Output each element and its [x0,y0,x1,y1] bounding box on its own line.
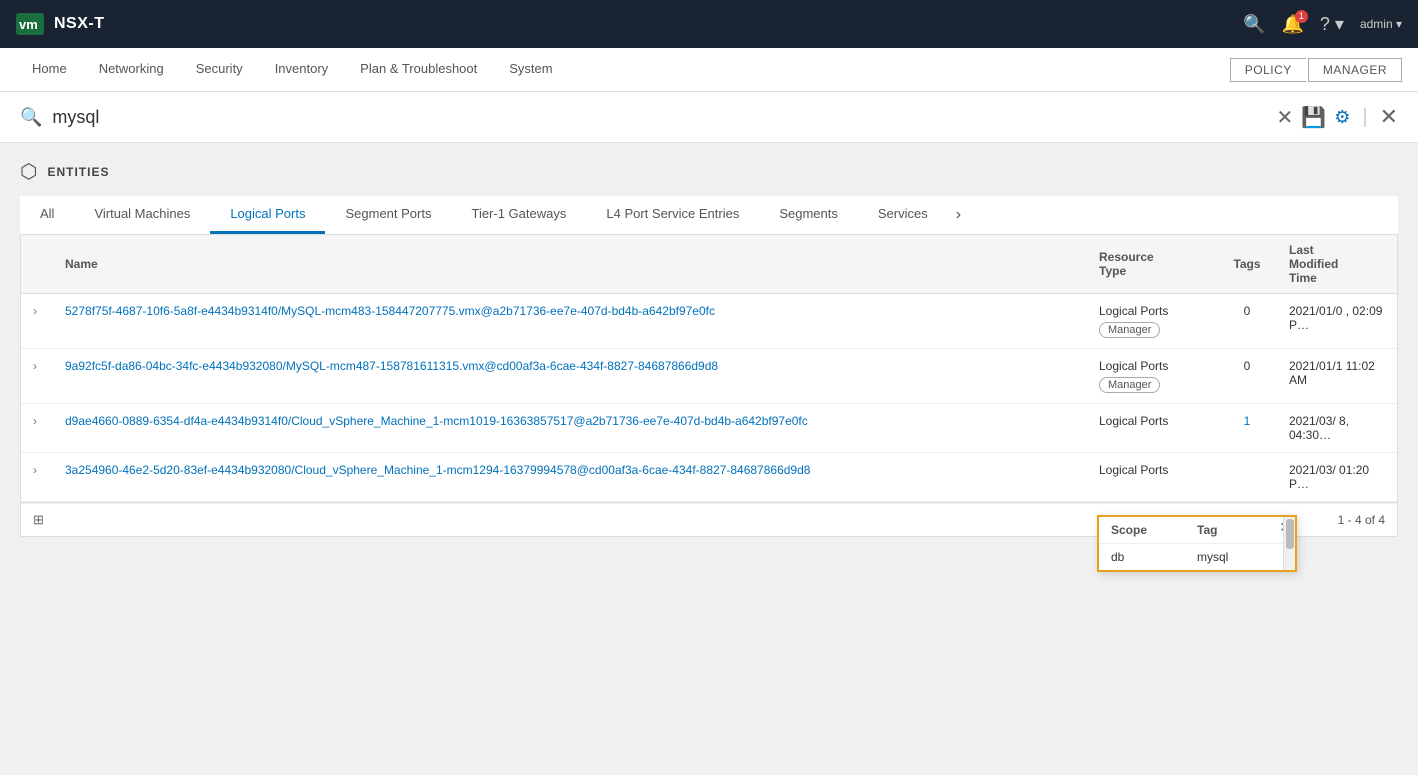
row-count: 1 - 4 of 4 [1338,513,1385,527]
col-name-header: Name [53,235,1087,294]
row2-tags: 0 [1244,359,1251,373]
search-save-icon[interactable]: 💾 [1301,105,1326,130]
row4-time: 2021/03/ 01:20 P… [1289,463,1369,491]
col-resource-header: ResourceType [1087,235,1217,294]
tab-services[interactable]: Services [858,196,948,234]
topbar: vm NSX-T 🔍 🔔 1 ? ▾ admin ▾ [0,0,1418,48]
table-row: › 9a92fc5f-da86-04bc-34fc-e4434b932080/M… [21,349,1397,404]
vm-logo: vm [16,13,44,35]
menu-inventory[interactable]: Inventory [259,48,344,91]
search-input[interactable] [52,107,1266,128]
row3-name-link[interactable]: d9ae4660-0889-6354-df4a-e4434b9314f0/Clo… [65,414,808,428]
entities-section: ⬡ ENTITIES All Virtual Machines Logical … [20,159,1398,537]
row1-name-link[interactable]: 5278f75f-4687-10f6-5a8f-e4434b9314f0/MyS… [65,304,715,318]
row1-time: 2021/01/0 , 02:09 P… [1289,304,1382,332]
searchbar: 🔍 ✕ 💾 ⚙ | ✕ [0,92,1418,143]
search-filter-icon[interactable]: ⚙ [1334,107,1350,128]
table-row: › d9ae4660-0889-6354-df4a-e4434b9314f0/C… [21,404,1397,453]
col-tags-header: Tags [1217,235,1277,294]
row1-badge: Manager [1099,322,1160,338]
col-expand-header [21,235,53,294]
tooltip-tag-header: Tag [1197,523,1283,537]
search-clear-icon[interactable]: ✕ [1277,105,1294,130]
entities-tabs: All Virtual Machines Logical Ports Segme… [20,196,1398,235]
layout-icon[interactable]: ⊞ [33,512,44,528]
row2-expand-btn[interactable]: › [33,359,41,373]
tab-segment-ports[interactable]: Segment Ports [325,196,451,234]
row1-expand-btn[interactable]: › [33,304,41,318]
tabs-more-button[interactable]: › [948,196,969,234]
tooltip-tag-value: mysql [1197,550,1283,564]
manager-mode-button[interactable]: MANAGER [1308,58,1402,82]
tooltip-scope-header: Scope [1111,523,1197,537]
menu-system[interactable]: System [493,48,568,91]
tab-virtual-machines[interactable]: Virtual Machines [74,196,210,234]
table-row: › 3a254960-46e2-5d20-83ef-e4434b932080/C… [21,453,1397,502]
menu-home[interactable]: Home [16,48,83,91]
row3-tags[interactable]: 1 [1244,414,1251,428]
menu-security[interactable]: Security [180,48,259,91]
row2-time: 2021/01/1 11:02 AM [1289,359,1375,387]
search-close-icon[interactable]: ✕ [1380,104,1398,130]
row1-tags: 0 [1244,304,1251,318]
help-icon[interactable]: ? ▾ [1320,14,1344,35]
tab-all[interactable]: All [20,196,74,234]
row3-time: 2021/03/ 8, 04:30… [1289,414,1349,442]
row1-resource-type: Logical Ports [1099,304,1205,318]
search-icon[interactable]: 🔍 [1243,14,1265,35]
bell-icon[interactable]: 🔔 1 [1281,14,1303,35]
row4-name-link[interactable]: 3a254960-46e2-5d20-83ef-e4434b932080/Clo… [65,463,810,477]
app-title: NSX-T [54,15,105,33]
tab-logical-ports[interactable]: Logical Ports [210,196,325,234]
row4-resource-type: Logical Ports [1099,463,1205,477]
menu-networking[interactable]: Networking [83,48,180,91]
row4-expand-btn[interactable]: › [33,463,41,477]
tooltip-scope-value: db [1111,550,1197,564]
svg-text:vm: vm [19,17,38,32]
row2-name-link[interactable]: 9a92fc5f-da86-04bc-34fc-e4434b932080/MyS… [65,359,718,373]
entities-label: ENTITIES [47,165,109,179]
row3-resource-type: Logical Ports [1099,414,1205,428]
menubar: Home Networking Security Inventory Plan … [0,48,1418,92]
tab-tier1-gateways[interactable]: Tier-1 Gateways [451,196,586,234]
search-bar-icon: 🔍 [20,107,42,128]
user-menu[interactable]: admin ▾ [1360,17,1402,31]
search-actions-divider: | [1362,106,1367,129]
policy-mode-button[interactable]: POLICY [1230,58,1306,82]
table-row: › 5278f75f-4687-10f6-5a8f-e4434b9314f0/M… [21,294,1397,349]
tab-segments[interactable]: Segments [759,196,858,234]
tags-tooltip: ✕ Scope Tag db mysql [1097,515,1297,572]
row2-badge: Manager [1099,377,1160,393]
tab-l4-port-service[interactable]: L4 Port Service Entries [586,196,759,234]
row2-resource-type: Logical Ports [1099,359,1205,373]
col-time-header: LastModifiedTime [1277,235,1397,294]
entities-cube-icon: ⬡ [20,159,37,184]
row3-expand-btn[interactable]: › [33,414,41,428]
menu-plan[interactable]: Plan & Troubleshoot [344,48,493,91]
